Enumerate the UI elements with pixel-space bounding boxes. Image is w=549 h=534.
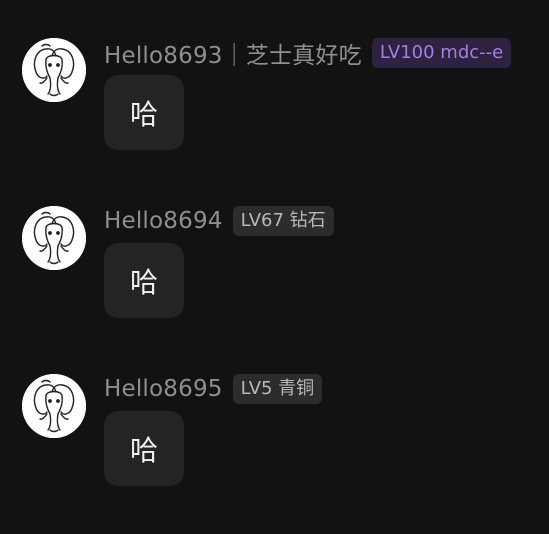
message-bubble[interactable]: 哈 (104, 75, 184, 150)
elephant-icon (22, 206, 86, 270)
message-header: Hello8694 LV67 钻石 (104, 206, 334, 236)
message-text: 哈 (129, 433, 158, 467)
chat-message: Hello8694 LV67 钻石 哈 (22, 206, 542, 366)
user-avatar[interactable] (22, 38, 86, 102)
level-badge: LV100 mdc--e (371, 38, 512, 68)
message-text: 哈 (129, 97, 158, 131)
message-header: Hello8693｜芝士真好吃 LV100 mdc--e (104, 36, 512, 70)
message-text: 哈 (129, 265, 158, 299)
username[interactable]: Hello8693｜芝士真好吃 (104, 36, 362, 70)
chat-message: Hello8695 LV5 青铜 哈 (22, 374, 542, 534)
level-badge: LV67 钻石 (232, 206, 334, 236)
username[interactable]: Hello8695 (104, 376, 223, 402)
username[interactable]: Hello8694 (104, 208, 223, 234)
elephant-icon (22, 38, 86, 102)
message-header: Hello8695 LV5 青铜 (104, 374, 323, 404)
user-avatar[interactable] (22, 374, 86, 438)
elephant-icon (22, 374, 86, 438)
message-bubble[interactable]: 哈 (104, 243, 184, 318)
chat-message: Hello8693｜芝士真好吃 LV100 mdc--e 哈 (22, 38, 542, 198)
message-bubble[interactable]: 哈 (104, 411, 184, 486)
user-avatar[interactable] (22, 206, 86, 270)
chat-message-list: Hello8693｜芝士真好吃 LV100 mdc--e 哈 Hello8694… (0, 0, 549, 511)
level-badge: LV5 青铜 (232, 374, 323, 404)
